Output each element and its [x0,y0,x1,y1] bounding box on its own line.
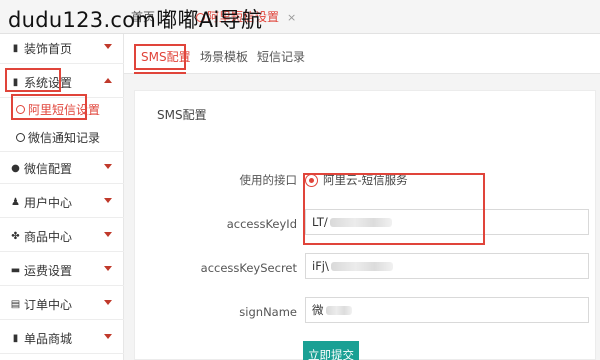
book-icon: ▮ [12,43,19,54]
sidebar-item-label: 装饰首页 [24,42,73,56]
circle-icon [16,105,25,114]
sidebar-item-system-settings[interactable]: ▮ 系统设置 [0,64,124,98]
sidebar-item-label: 微信配置 [24,162,73,176]
active-tab-underline [134,72,186,74]
users-icon: ♟ [11,197,20,208]
sidebar-item-label: 商品中心 [24,230,73,244]
sms-config-panel: SMS配置 使用的接口 阿里云-短信服务 accessKeyId LT/ acc… [134,90,596,360]
redacted-blur [329,218,392,227]
sign-name-label: signName [239,305,297,319]
chevron-up-icon [104,78,112,83]
main-content: SMS配置 场景模板 短信记录 SMS配置 使用的接口 阿里云-短信服务 acc… [124,34,600,360]
redacted-blur [330,262,393,271]
app-window: 首页 阿里短信设置 × dudu123.com嘟嘟Ai导航 ▮ 装饰首页 ▮ 系统… [0,0,600,360]
tab-scene-templates[interactable]: 场景模板 [200,49,248,65]
chevron-down-icon [104,334,112,339]
close-icon[interactable]: × [287,11,296,24]
sidebar-subitem-label: 阿里短信设置 [28,103,101,117]
cubes-icon: ✤ [11,231,20,242]
interface-label: 使用的接口 [239,173,298,187]
wechat-icon: ● [11,163,20,174]
chevron-down-icon [104,300,112,305]
sidebar-item-shipping-settings[interactable]: ▬ 运费设置 [0,256,124,286]
panel-title: SMS配置 [157,108,207,122]
radio-option-label: 阿里云-短信服务 [323,173,408,187]
sidebar-item-single-mall[interactable]: ▮ 单品商城 [0,324,124,354]
sidebar-item-label: 订单中心 [24,298,73,312]
sidebar-item-label: 单品商城 [24,332,73,346]
book-icon: ▮ [12,333,19,344]
sidebar-item-wechat-config[interactable]: ● 微信配置 [0,154,124,184]
chevron-down-icon [104,44,112,49]
sidebar-item-decoration-home[interactable]: ▮ 装饰首页 [0,34,124,64]
sidebar-subitem-wechat-notify[interactable]: 微信通知记录 [0,124,124,152]
sidebar-item-order-center[interactable]: ▤ 订单中心 [0,290,124,320]
submit-button[interactable]: 立即提交 [303,341,359,360]
chevron-down-icon [104,266,112,271]
access-key-secret-value: iFj\ [312,259,329,273]
sidebar-item-goods-center[interactable]: ✤ 商品中心 [0,222,124,252]
access-key-secret-input[interactable]: iFj\ [305,253,589,279]
redacted-blur [325,306,352,315]
tab-sms-records[interactable]: 短信记录 [257,49,305,65]
sidebar-item-user-center[interactable]: ♟ 用户中心 [0,188,124,218]
sign-name-input[interactable]: 微 [305,297,589,323]
sign-name-value: 微 [312,303,324,317]
access-key-id-label: accessKeyId [226,217,297,231]
circle-icon [16,133,25,142]
tab-sms-config[interactable]: SMS配置 [141,49,191,65]
sub-tab-bar: SMS配置 场景模板 短信记录 [124,34,600,74]
chevron-down-icon [104,164,112,169]
watermark-text: dudu123.com嘟嘟Ai导航 [8,8,263,32]
truck-icon: ▬ [10,265,21,276]
sidebar-item-label: 系统设置 [24,76,73,90]
chevron-down-icon [104,198,112,203]
sidebar-subitem-ali-sms[interactable]: 阿里短信设置 [0,96,124,124]
access-key-id-input[interactable]: LT/ [305,209,589,235]
access-key-id-value: LT/ [312,215,328,229]
sidebar: ▮ 装饰首页 ▮ 系统设置 阿里短信设置 微信通知记录 ● 微信配置 ♟ 用户中… [0,34,124,360]
sidebar-item-label: 运费设置 [24,264,73,278]
book-icon: ▮ [12,77,19,88]
chevron-down-icon [104,232,112,237]
sidebar-subitem-label: 微信通知记录 [28,131,101,145]
sidebar-item-label: 用户中心 [24,196,73,210]
access-key-secret-label: accessKeySecret [200,261,297,275]
list-icon: ▤ [10,299,21,310]
radio-aliyun-sms[interactable] [305,174,318,187]
